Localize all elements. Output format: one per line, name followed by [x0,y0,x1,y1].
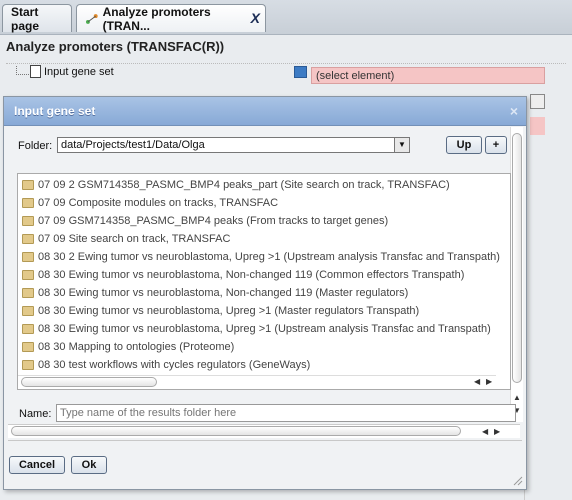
scroll-left-arrow-icon[interactable]: ◀ [482,427,488,436]
scroll-up-arrow-icon[interactable]: ▲ [513,393,521,402]
list-item-label: 08 30 Mapping to ontologies (Proteome) [38,341,235,353]
folder-select-value: data/Projects/test1/Data/Olga [61,139,205,151]
background-dropdown[interactable] [530,94,545,109]
vertical-scrollbar[interactable]: ▲ ▼ [510,127,523,422]
select-element-icon[interactable] [294,66,307,78]
background-field[interactable] [530,117,545,135]
cancel-button[interactable]: Cancel [9,456,65,474]
folder-icon [22,180,34,190]
folder-icon [22,306,34,316]
divider [8,440,522,441]
tab-start-page[interactable]: Start page [2,4,72,33]
select-element-field[interactable]: (select element) [311,67,545,84]
list-item[interactable]: 08 30 Ewing tumor vs neuroblastoma, Upre… [18,320,510,338]
folder-select[interactable]: data/Projects/test1/Data/Olga ▼ [57,137,410,153]
horizontal-scroll-thumb[interactable] [21,377,157,387]
list-item[interactable]: 08 30 test workflows with cycles regulat… [18,356,510,374]
folder-icon [22,342,34,352]
chevron-down-icon[interactable]: ▼ [394,138,409,152]
folder-icon [22,216,34,226]
list-item[interactable]: 07 09 Site search on track, TRANSFAC [18,230,510,248]
list-item[interactable]: 07 09 2 GSM714358_PASMC_BMP4 peaks_part … [18,176,510,194]
horizontal-scroll-thumb[interactable] [11,426,461,436]
list-item-label: 08 30 Ewing tumor vs neuroblastoma, Upre… [38,323,491,335]
list-item[interactable]: 08 30 Ewing tumor vs neuroblastoma, Non-… [18,266,510,284]
document-icon [30,65,41,78]
up-button[interactable]: Up [446,136,482,154]
ok-button[interactable]: Ok [71,456,107,474]
input-gene-set-dialog: Input gene set × ▲ ▼ Folder: data/Projec… [3,96,527,490]
workflow-icon [85,13,98,24]
scroll-right-arrow-icon[interactable]: ▶ [494,427,500,436]
folder-icon [22,234,34,244]
list-item-label: 08 30 2 Ewing tumor vs neuroblastoma, Up… [38,251,500,263]
dialog-horizontal-scrollbar[interactable]: ◀ ▶ [8,424,520,438]
list-item[interactable]: 08 30 Ewing tumor vs neuroblastoma, Non-… [18,284,510,302]
list-item-label: 07 09 GSM714358_PASMC_BMP4 peaks (From t… [38,215,389,227]
background-panel [524,140,572,500]
folder-icon [22,288,34,298]
list-item-label: 08 30 test workflows with cycles regulat… [38,359,311,371]
list-item[interactable]: 07 09 GSM714358_PASMC_BMP4 peaks (From t… [18,212,510,230]
dialog-close-icon[interactable]: × [510,103,518,119]
scroll-right-arrow-icon[interactable]: ▶ [486,377,492,386]
folder-icon [22,252,34,262]
folder-icon [22,198,34,208]
list-item-label: 08 30 Ewing tumor vs neuroblastoma, Non-… [38,269,465,281]
tree-connector [16,66,29,75]
tab-bar: Start page Analyze promoters (TRAN... X [0,0,572,35]
tab-label: Analyze promoters (TRAN... [102,4,211,33]
list-item[interactable]: 08 30 Mapping to ontologies (Proteome) [18,338,510,356]
list-horizontal-scrollbar[interactable]: ◀ ▶ [18,375,496,388]
list-item[interactable]: 07 09 Composite modules on tracks, TRANS… [18,194,510,212]
list-item-label: 08 30 Ewing tumor vs neuroblastoma, Non-… [38,287,409,299]
list-item-label: 07 09 Site search on track, TRANSFAC [38,233,231,245]
tab-label: Start page [11,4,40,33]
list-item[interactable]: 08 30 Ewing tumor vs neuroblastoma, Upre… [18,302,510,320]
list-item[interactable]: 08 30 2 Ewing tumor vs neuroblastoma, Up… [18,248,510,266]
folder-label: Folder: [18,140,53,152]
list-item-label: 07 09 Composite modules on tracks, TRANS… [38,197,279,209]
close-tab-icon[interactable]: X [251,10,260,26]
name-input[interactable] [56,404,516,422]
tab-analyze-promoters[interactable]: Analyze promoters (TRAN... X [76,4,266,33]
name-label: Name: [19,408,52,420]
vertical-scroll-thumb[interactable] [512,133,522,383]
folder-icon [22,324,34,334]
folder-icon [22,270,34,280]
dialog-title: Input gene set [4,97,526,126]
scroll-left-arrow-icon[interactable]: ◀ [474,377,480,386]
list-item-label: 08 30 Ewing tumor vs neuroblastoma, Upre… [38,305,420,317]
folder-list: 07 09 2 GSM714358_PASMC_BMP4 peaks_part … [17,173,511,390]
page-title: Analyze promoters (TRANSFAC(R)) [6,39,225,54]
property-label: Input gene set [44,66,114,78]
list-item-label: 07 09 2 GSM714358_PASMC_BMP4 peaks_part … [38,179,450,191]
dialog-title-text: Input gene set [14,104,96,118]
new-folder-button[interactable]: + [485,136,507,154]
folder-icon [22,360,34,370]
resize-grip-icon[interactable] [513,476,523,486]
